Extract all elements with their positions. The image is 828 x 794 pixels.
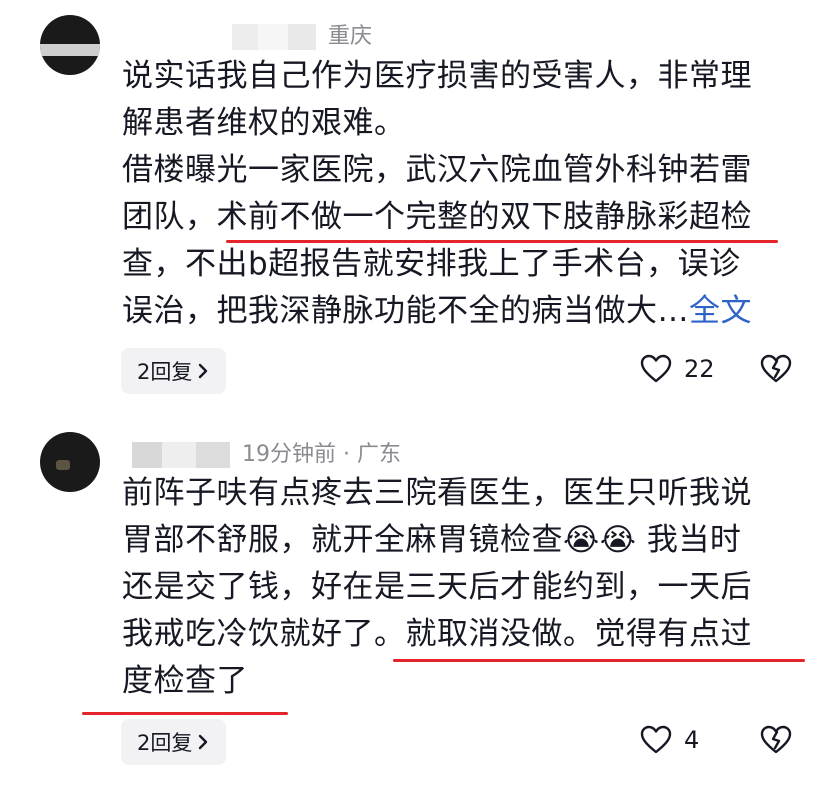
like-count: 4 — [684, 726, 700, 754]
heart-icon — [640, 725, 672, 755]
text-line: 前阵子呋有点疼去三院看医生，医生只听我说 — [122, 475, 752, 511]
chevron-right-icon — [196, 731, 210, 753]
broken-heart-icon — [760, 354, 792, 384]
crying-face-emoji: 😭 — [563, 522, 600, 558]
location-label: 重庆 — [328, 24, 373, 49]
text-line: 团队，术前不做一个完整的双下肢静脉彩超检 — [122, 199, 752, 235]
view-replies-button[interactable]: 2回复 — [121, 719, 227, 765]
text-line: 我戒吃冷饮就好了。就取消没做。觉得有点过 — [122, 616, 752, 652]
text-line: 胃部不舒服，就开全麻胃镜检查😭😭 我当时 — [122, 517, 782, 564]
text-segment: 我当时 — [646, 522, 742, 558]
avatar[interactable] — [40, 432, 100, 492]
crying-face-emoji: 😭 — [599, 522, 637, 558]
text-line: 借楼曝光一家医院，武汉六院血管外科钟若雷 — [122, 152, 752, 188]
text-line: 度检查了 — [122, 663, 248, 699]
reply-count-label: 2回复 — [137, 731, 193, 755]
like-button[interactable]: 22 — [640, 354, 715, 384]
time-location-label: 19分钟前 · 广东 — [242, 442, 401, 467]
dislike-button[interactable] — [760, 725, 792, 755]
username-redacted[interactable] — [232, 24, 316, 50]
avatar[interactable] — [40, 15, 100, 75]
username-redacted[interactable] — [132, 442, 230, 468]
text-line: 说实话我自己作为医疗损害的受害人，非常理 — [122, 58, 752, 94]
text-line: 还是交了钱，好在是三天后才能约到，一天后 — [122, 569, 752, 605]
comment-meta: 重庆 — [232, 18, 372, 50]
like-button[interactable]: 4 — [640, 725, 699, 755]
highlight-underline — [393, 659, 805, 662]
comment-meta: 19分钟前 · 广东 — [132, 436, 401, 468]
text-truncated: 误治，把我深静脉功能不全的病当做大… — [122, 293, 689, 329]
broken-heart-icon — [760, 725, 792, 755]
dislike-button[interactable] — [760, 354, 792, 384]
heart-icon — [640, 354, 672, 384]
comment-text[interactable]: 说实话我自己作为医疗损害的受害人，非常理 解患者维权的艰难。 借楼曝光一家医院，… — [122, 53, 782, 335]
text-segment: 胃部不舒服，就开全麻胃镜检查 — [122, 522, 563, 558]
reply-count-label: 2回复 — [137, 360, 193, 384]
highlight-underline — [82, 712, 288, 715]
expand-full-text-link[interactable]: 全文 — [689, 293, 752, 329]
highlight-underline — [226, 240, 778, 243]
comment-text[interactable]: 前阵子呋有点疼去三院看医生，医生只听我说 胃部不舒服，就开全麻胃镜检查😭😭 我当… — [122, 470, 782, 705]
text-line: 误治，把我深静脉功能不全的病当做大…全文 — [122, 288, 782, 335]
text-line: 查，不出b超报告就安排我上了手术台，误诊 — [122, 246, 741, 282]
text-line: 解患者维权的艰难。 — [122, 105, 406, 141]
view-replies-button[interactable]: 2回复 — [121, 348, 227, 394]
chevron-right-icon — [196, 360, 210, 382]
like-count: 22 — [684, 355, 715, 383]
